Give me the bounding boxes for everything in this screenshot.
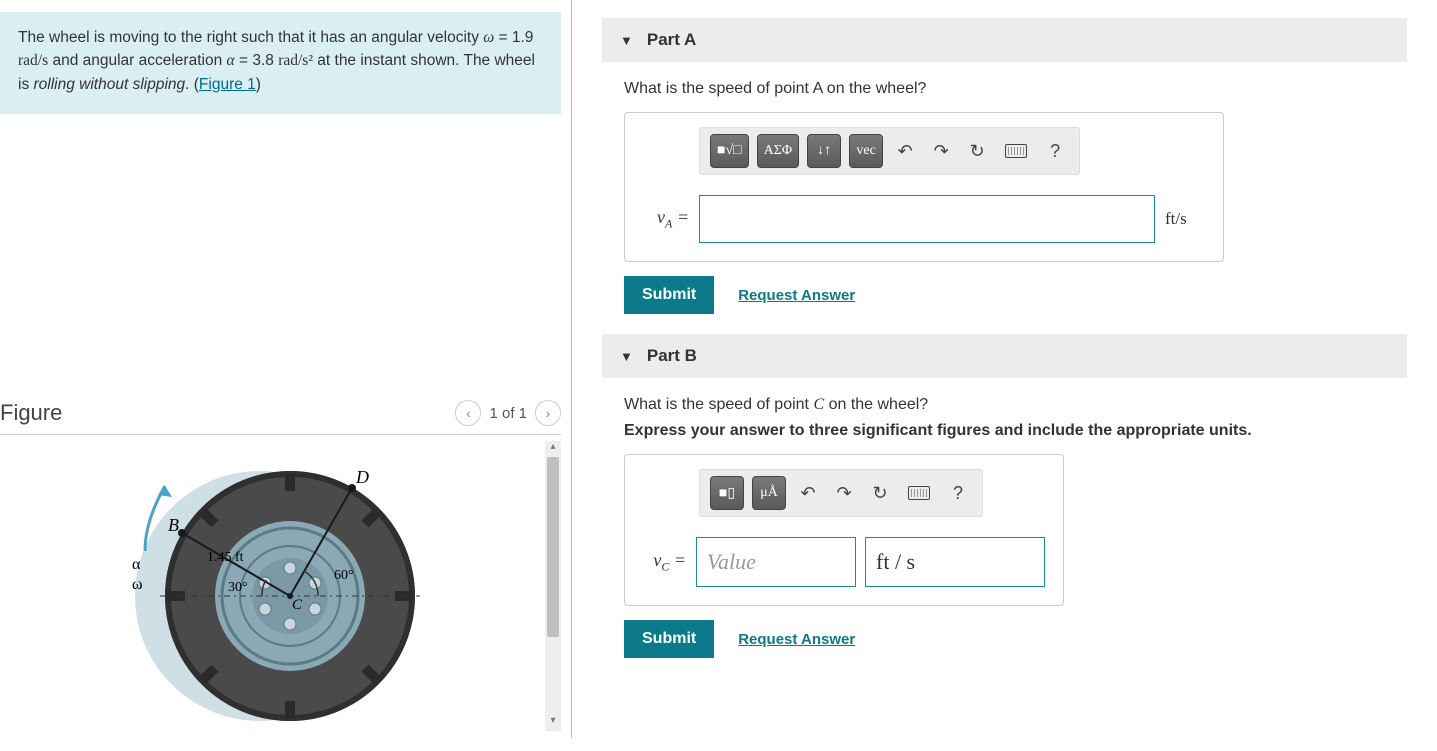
part-b-subtext: Express your answer to three significant… — [602, 422, 1407, 440]
templates-button[interactable]: ■√□ — [710, 134, 749, 168]
part-b-request-answer-link[interactable]: Request Answer — [738, 631, 855, 648]
omega-unit: rad/s — [18, 52, 48, 69]
wheel-diagram: B D C 1.45 ft 30° 60° α ω — [110, 451, 450, 751]
scroll-up-icon[interactable]: ▴ — [545, 441, 561, 457]
part-b-question: What is the speed of point C on the whee… — [602, 396, 1407, 414]
problem-emph: rolling without slipping — [34, 76, 186, 93]
problem-text-end: . ( — [185, 76, 199, 93]
undo-button[interactable]: ↶ — [891, 137, 919, 165]
part-a-answer-input[interactable] — [699, 195, 1155, 243]
problem-statement: The wheel is moving to the right such th… — [0, 12, 561, 114]
part-b-q-post: on the wheel? — [824, 396, 928, 413]
figure-canvas: B D C 1.45 ft 30° 60° α ω — [0, 441, 545, 731]
problem-text: The wheel is moving to the right such th… — [18, 29, 483, 46]
problem-text-mid: and angular acceleration — [48, 52, 226, 69]
help-button[interactable]: ? — [944, 479, 972, 507]
part-a-question: What is the speed of point A on the whee… — [602, 80, 1407, 98]
collapse-icon: ▼ — [620, 33, 633, 48]
label-60: 60° — [334, 568, 354, 583]
redo-button[interactable]: ↷ — [927, 137, 955, 165]
keyboard-button[interactable] — [999, 137, 1033, 165]
figure-next-button[interactable]: › — [535, 400, 561, 426]
part-b-var-label: vC = — [643, 550, 686, 575]
part-b-unit-input[interactable] — [865, 537, 1045, 587]
figure-scrollbar[interactable]: ▴ ▾ — [545, 441, 561, 731]
figure-link[interactable]: Figure 1 — [199, 76, 256, 93]
part-b-title: Part B — [647, 346, 697, 366]
part-a-unit: ft/s — [1165, 209, 1205, 229]
label-B: B — [168, 515, 179, 535]
scroll-down-icon[interactable]: ▾ — [545, 715, 561, 731]
templates-button[interactable]: ■▯ — [710, 476, 744, 510]
label-omega: ω — [132, 576, 143, 593]
units-button[interactable]: μÅ — [752, 476, 786, 510]
alpha-unit: rad/s² — [278, 52, 313, 69]
part-a-header[interactable]: ▼ Part A — [602, 18, 1407, 62]
figure-nav-text: 1 of 1 — [489, 405, 527, 422]
part-a-toolbar: ■√□ ΑΣΦ ↓↑ vec ↶ ↷ ↻ ? — [699, 127, 1080, 175]
keyboard-button[interactable] — [902, 479, 936, 507]
label-30: 30° — [228, 580, 248, 595]
part-b-answer-box: ■▯ μÅ ↶ ↷ ↻ ? vC = — [624, 454, 1064, 606]
part-b-value-input[interactable] — [696, 537, 856, 587]
help-button[interactable]: ? — [1041, 137, 1069, 165]
part-b-toolbar: ■▯ μÅ ↶ ↷ ↻ ? — [699, 469, 983, 517]
label-D: D — [355, 467, 369, 487]
figure-prev-button[interactable]: ‹ — [455, 400, 481, 426]
part-b-submit-button[interactable]: Submit — [624, 620, 714, 658]
label-radius: 1.45 ft — [207, 550, 244, 565]
subsup-button[interactable]: ↓↑ — [807, 134, 841, 168]
part-b-q-var: C — [813, 396, 824, 413]
part-b-header[interactable]: ▼ Part B — [602, 334, 1407, 378]
reset-button[interactable]: ↻ — [963, 137, 991, 165]
greek-button[interactable]: ΑΣΦ — [757, 134, 800, 168]
omega-eq: = 1.9 — [494, 29, 533, 46]
part-a-answer-box: ■√□ ΑΣΦ ↓↑ vec ↶ ↷ ↻ ? vA = ft/s — [624, 112, 1224, 262]
omega-symbol: ω — [483, 29, 494, 46]
alpha-eq: = 3.8 — [235, 52, 279, 69]
figure-title: Figure — [0, 400, 62, 426]
vec-button[interactable]: vec — [849, 134, 883, 168]
part-a-submit-button[interactable]: Submit — [624, 276, 714, 314]
part-a-title: Part A — [647, 30, 696, 50]
label-C: C — [292, 597, 303, 613]
alpha-symbol: α — [227, 52, 235, 69]
keyboard-icon — [908, 486, 930, 500]
label-alpha: α — [132, 556, 141, 573]
part-a-request-answer-link[interactable]: Request Answer — [738, 287, 855, 304]
collapse-icon: ▼ — [620, 349, 633, 364]
part-a-var-label: vA = — [643, 207, 689, 232]
undo-button[interactable]: ↶ — [794, 479, 822, 507]
reset-button[interactable]: ↻ — [866, 479, 894, 507]
keyboard-icon — [1005, 144, 1027, 158]
part-b-q-pre: What is the speed of point — [624, 396, 813, 413]
paren-close: ) — [256, 76, 261, 93]
redo-button[interactable]: ↷ — [830, 479, 858, 507]
scroll-thumb[interactable] — [547, 457, 559, 637]
